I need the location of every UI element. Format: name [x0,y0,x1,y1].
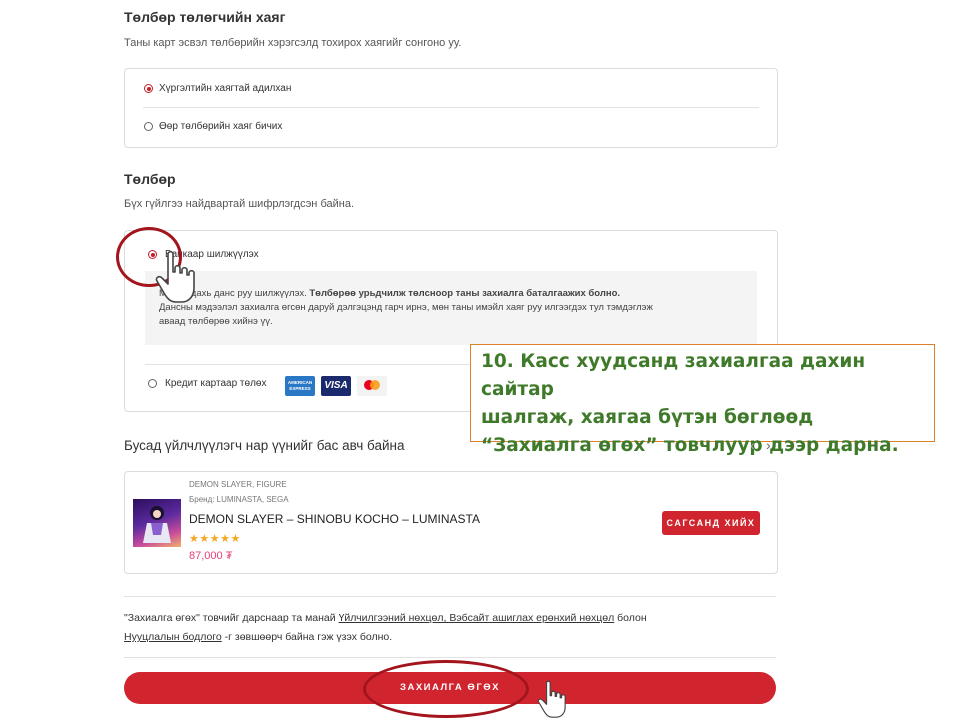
amex-card-icon: AMERICAN EXPRESS [285,376,315,396]
terms-prefix: "Захиалга өгөх" товчийг дарснаар та мана… [124,612,336,624]
product-card: DEMON SLAYER, FIGURE Бренд: LUMINASTA, S… [124,471,778,574]
carousel-prev-icon[interactable]: ‹ [750,437,755,453]
product-name[interactable]: DEMON SLAYER – SHINOBU KOCHO – LUMINASTA [189,512,480,526]
bank-info-line1-bold: Төлбөрөө урьдчилж төлсноор таны захиалга… [309,288,621,299]
bank-info-line2: Дансны мэдээлэл захиалга өгсөн даруй дэл… [159,302,653,313]
terms-middle: болон [617,612,647,624]
radio-credit-card[interactable] [148,379,157,388]
product-category: DEMON SLAYER, FIGURE [189,480,287,489]
bank-transfer-info: Манай дахь данс руу шилжүүлэх. Төлбөрөө … [145,271,757,345]
callout-line1: 10. Касс хуудсанд захиалгаа дахин сайтар [481,351,866,400]
product-image[interactable] [133,499,181,547]
payment-option-card-label: Кредит картаар төлөх [165,378,267,389]
terms-suffix: -г зөвшөөрч байна гэж үзэх болно. [224,631,393,643]
callout-line3: “Захиалга өгөх” товчлуур дээр дарна. [481,435,899,456]
radio-other-address[interactable] [144,122,153,131]
payment-section-title: Төлбөр [124,171,176,187]
terms-top-divider [124,596,776,597]
terms-text: "Захиалга өгөх" товчийг дарснаар та мана… [124,609,764,647]
product-price: 87,000 ₮ [189,550,233,562]
visa-card-icon: VISA [321,376,351,396]
bank-info-line1: Манай дахь данс руу шилжүүлэх. Төлбөрөө … [159,287,757,301]
hand-pointer-icon-order [537,680,566,718]
billing-section-title: Төлбөр төлөгчийн хаяг [124,9,286,25]
mastercard-icon [357,376,387,396]
terms-bottom-divider [124,657,776,658]
billing-options-divider [143,107,759,108]
annotation-circle-place-order [363,660,529,718]
related-section-title: Бусад үйлчлүүлэгч нар үүнийг бас авч бай… [124,438,405,453]
terms-link-conditions[interactable]: Үйлчилгээний нөхцөл, Вэбсайт ашиглах ерө… [339,612,615,624]
product-rating-stars: ★★★★★ [189,533,241,545]
billing-options-box: Хүргэлтийн хаягтай адилхан Өөр төлбөрийн… [124,68,778,148]
billing-section-subtitle: Таны карт эсвэл төлбөрийн хэрэгсэлд тохи… [124,37,462,49]
radio-same-address[interactable] [144,84,153,93]
billing-option-other-label: Өөр төлбөрийн хаяг бичих [159,121,283,132]
terms-link-privacy[interactable]: Нууцлалын бодлого [124,631,222,643]
bank-info-line3: аваад төлбөрөө хийнэ үү. [159,316,273,327]
callout-line2: шалгаж, хаягаа бүтэн бөглөөд [481,407,814,428]
carousel-next-icon[interactable]: › [766,437,771,453]
hand-pointer-icon [155,250,195,303]
billing-option-same-label: Хүргэлтийн хаягтай адилхан [159,83,292,94]
payment-section-subtitle: Бүх гүйлгээ найдвартай шифрлэгдсэн байна… [124,198,355,210]
add-to-cart-button[interactable]: САГСАНД ХИЙХ [662,511,760,535]
product-brand: Бренд: LUMINASTA, SEGA [189,495,289,504]
instruction-callout: 10. Касс хуудсанд захиалгаа дахин сайтар… [470,344,935,456]
